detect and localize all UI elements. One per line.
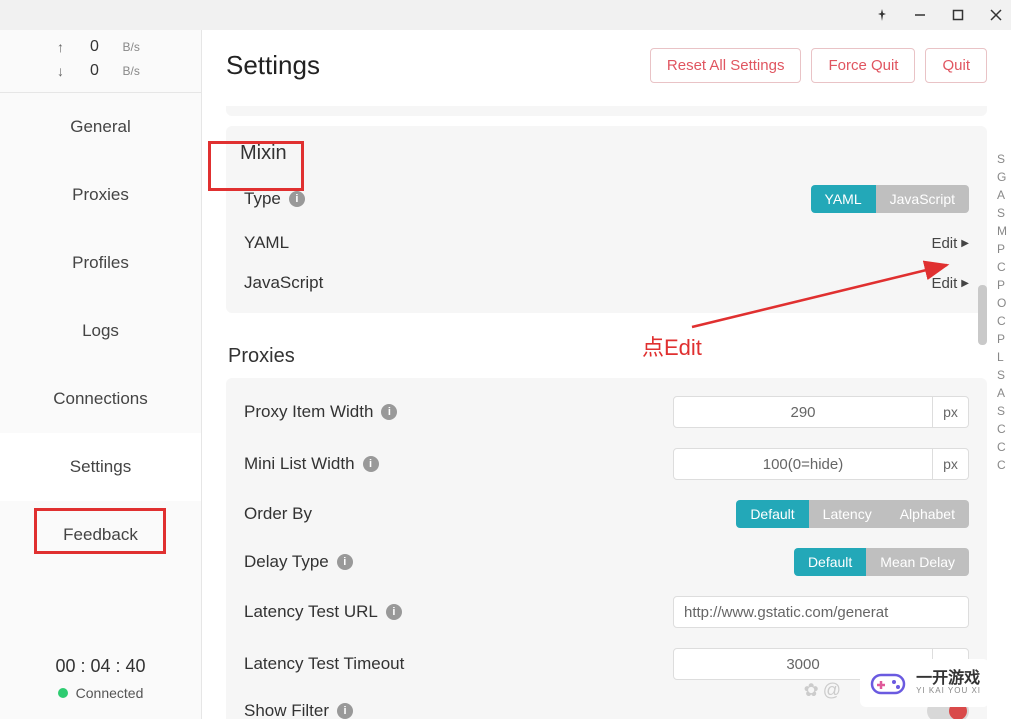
- pin-icon[interactable]: [875, 8, 889, 22]
- previous-group-tail: [226, 106, 987, 116]
- chevron-right-icon: ▶: [961, 278, 969, 289]
- nav-list: General Proxies Profiles Logs Connection…: [0, 93, 201, 642]
- mixin-type-javascript[interactable]: JavaScript: [876, 185, 969, 213]
- chevron-right-icon: ▶: [961, 238, 969, 249]
- order-by-label: Order By: [244, 504, 312, 524]
- upload-value: 0: [85, 38, 105, 56]
- page-header: Settings Reset All Settings Force Quit Q…: [202, 30, 1011, 97]
- proxies-title: Proxies: [226, 331, 987, 378]
- latency-url-row: Latency Test URL i: [226, 586, 987, 638]
- quit-button[interactable]: Quit: [925, 48, 987, 83]
- main-panel: Settings Reset All Settings Force Quit Q…: [202, 30, 1011, 719]
- connection-status: Connected: [0, 685, 201, 701]
- mini-list-width-row: Mini List Width i px: [226, 438, 987, 490]
- mixin-group: Mixin Type i YAML JavaScript YAML Edit▶: [226, 126, 987, 313]
- page-title: Settings: [226, 50, 320, 81]
- mixin-js-row: JavaScript Edit▶: [226, 263, 987, 303]
- order-by-alphabet[interactable]: Alphabet: [886, 500, 969, 528]
- order-by-segment: Default Latency Alphabet: [736, 500, 969, 528]
- nav-item-profiles[interactable]: Profiles: [0, 229, 201, 297]
- paw-icon: ✿: [804, 680, 819, 701]
- mixin-type-yaml[interactable]: YAML: [811, 185, 876, 213]
- mixin-yaml-row: YAML Edit▶: [226, 223, 987, 263]
- sidebar: ↑ 0 B/s ↓ 0 B/s General Proxies Profiles…: [0, 30, 202, 719]
- minimize-icon[interactable]: [913, 8, 927, 22]
- nav-item-logs[interactable]: Logs: [0, 297, 201, 365]
- proxy-item-width-label: Proxy Item Width: [244, 402, 373, 422]
- download-arrow-icon: ↓: [55, 63, 67, 79]
- faint-watermark: ✿@: [804, 680, 841, 701]
- info-icon[interactable]: i: [289, 191, 305, 207]
- nav-item-general[interactable]: General: [0, 93, 201, 161]
- info-icon[interactable]: i: [337, 703, 353, 719]
- order-by-latency[interactable]: Latency: [809, 500, 886, 528]
- uptime-timer: 00 : 04 : 40: [0, 656, 201, 677]
- speed-box: ↑ 0 B/s ↓ 0 B/s: [0, 30, 201, 93]
- px-unit: px: [933, 396, 969, 428]
- watermark-brand: 一开游戏: [916, 670, 981, 688]
- px-unit: px: [933, 448, 969, 480]
- mini-list-width-label: Mini List Width: [244, 454, 355, 474]
- alpha-index-strip[interactable]: S G A S M P C P O C P L S A S C C C: [997, 150, 1007, 474]
- delay-type-mean[interactable]: Mean Delay: [866, 548, 969, 576]
- close-icon[interactable]: [989, 8, 1003, 22]
- force-quit-button[interactable]: Force Quit: [811, 48, 915, 83]
- mixin-type-label: Type: [244, 189, 281, 209]
- info-icon[interactable]: i: [386, 604, 402, 620]
- download-unit: B/s: [123, 64, 147, 78]
- delay-type-row: Delay Type i Default Mean Delay: [226, 538, 987, 586]
- latency-url-input[interactable]: [673, 596, 969, 628]
- order-by-default[interactable]: Default: [736, 500, 808, 528]
- status-dot-icon: [58, 688, 68, 698]
- status-text: Connected: [76, 685, 144, 701]
- upload-arrow-icon: ↑: [55, 39, 67, 55]
- nav-item-settings[interactable]: Settings: [0, 433, 201, 501]
- mixin-js-edit[interactable]: Edit▶: [931, 275, 969, 292]
- scrollbar-thumb[interactable]: [978, 285, 987, 345]
- brand-watermark: 一开游戏 YI KAI YOU XI: [860, 659, 989, 707]
- mixin-yaml-label: YAML: [244, 233, 289, 253]
- nav-item-feedback[interactable]: Feedback: [0, 501, 201, 569]
- delay-type-default[interactable]: Default: [794, 548, 866, 576]
- download-speed: ↓ 0 B/s: [0, 62, 201, 80]
- mixin-type-row: Type i YAML JavaScript: [226, 175, 987, 223]
- maximize-icon[interactable]: [951, 8, 965, 22]
- reset-all-button[interactable]: Reset All Settings: [650, 48, 802, 83]
- info-icon[interactable]: i: [337, 554, 353, 570]
- latency-url-label: Latency Test URL: [244, 602, 378, 622]
- mixin-title: Mixin: [226, 126, 987, 175]
- mixin-yaml-edit[interactable]: Edit▶: [931, 235, 969, 252]
- nav-item-proxies[interactable]: Proxies: [0, 161, 201, 229]
- upload-speed: ↑ 0 B/s: [0, 38, 201, 56]
- mixin-type-segment: YAML JavaScript: [811, 185, 969, 213]
- upload-unit: B/s: [123, 40, 147, 54]
- download-value: 0: [85, 62, 105, 80]
- info-icon[interactable]: i: [363, 456, 379, 472]
- nav-item-connections[interactable]: Connections: [0, 365, 201, 433]
- delay-type-label: Delay Type: [244, 552, 329, 572]
- show-filter-label: Show Filter: [244, 701, 329, 719]
- latency-timeout-label: Latency Test Timeout: [244, 654, 404, 674]
- gamepad-icon: [868, 663, 908, 703]
- info-icon[interactable]: i: [381, 404, 397, 420]
- proxy-item-width-row: Proxy Item Width i px: [226, 386, 987, 438]
- proxy-item-width-input[interactable]: [673, 396, 933, 428]
- status-box: 00 : 04 : 40 Connected: [0, 642, 201, 719]
- annotation-text-click-edit: 点Edit: [642, 330, 702, 362]
- mini-list-width-input[interactable]: [673, 448, 933, 480]
- watermark-sub: YI KAI YOU XI: [916, 687, 981, 696]
- settings-content[interactable]: Mixin Type i YAML JavaScript YAML Edit▶: [202, 106, 987, 719]
- mixin-js-label: JavaScript: [244, 273, 323, 293]
- delay-type-segment: Default Mean Delay: [794, 548, 969, 576]
- order-by-row: Order By Default Latency Alphabet: [226, 490, 987, 538]
- window-titlebar: [0, 0, 1011, 30]
